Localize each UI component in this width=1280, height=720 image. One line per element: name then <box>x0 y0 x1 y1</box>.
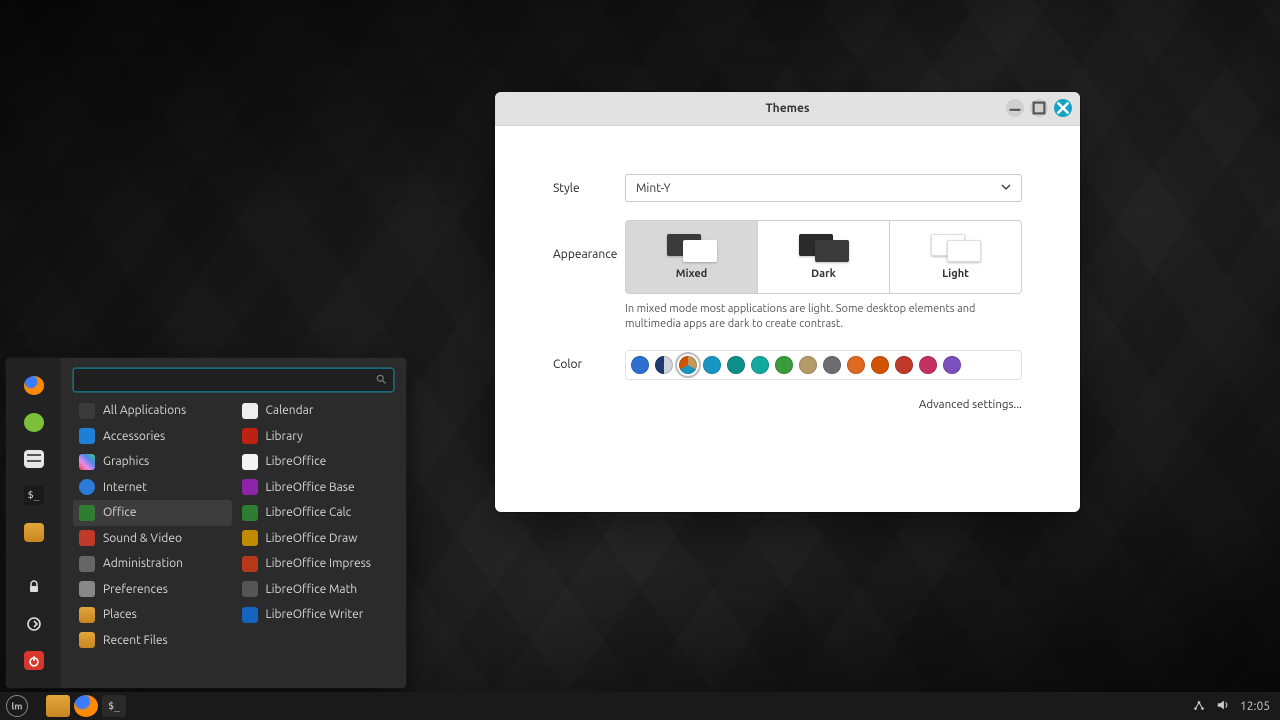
start-menu-rail: $_ <box>6 358 61 688</box>
off-icon <box>79 505 95 521</box>
appearance-thumb-mixed <box>667 234 717 262</box>
net-icon <box>79 479 95 495</box>
color-swatch-1[interactable] <box>655 356 673 374</box>
style-value: Mint-Y <box>636 182 671 195</box>
chevron-down-icon <box>1001 182 1011 195</box>
style-label: Style <box>553 182 625 195</box>
color-swatch-10[interactable] <box>871 356 889 374</box>
firefox-icon[interactable] <box>24 376 44 395</box>
color-swatch-4[interactable] <box>727 356 745 374</box>
software-manager-icon[interactable] <box>24 413 44 432</box>
category-plc[interactable]: Places <box>73 602 232 628</box>
themes-window: Themes Style Mint-Y <box>495 92 1080 512</box>
localc-icon <box>242 505 258 521</box>
color-swatch-2[interactable] <box>679 356 697 374</box>
appearance-group: Mixed Dark Light <box>625 220 1022 294</box>
color-swatch-9[interactable] <box>847 356 865 374</box>
color-label: Color <box>553 358 625 371</box>
appearance-thumb-dark <box>799 234 849 262</box>
app-cal[interactable]: Calendar <box>236 398 395 424</box>
start-menu: $_ All ApplicationsAccessoriesGraphicsIn… <box>6 358 406 688</box>
pref-icon <box>79 581 95 597</box>
start-menu-search[interactable] <box>73 368 394 392</box>
window-close-button[interactable] <box>1054 99 1072 117</box>
window-maximize-button[interactable] <box>1030 99 1048 117</box>
svg-text:lm: lm <box>11 701 22 712</box>
app-lomath[interactable]: LibreOffice Math <box>236 577 395 603</box>
search-input[interactable] <box>80 374 375 387</box>
rec-icon <box>79 632 95 648</box>
acc-icon <box>79 428 95 444</box>
plc-icon <box>79 607 95 623</box>
category-all[interactable]: All Applications <box>73 398 232 424</box>
lib-icon <box>242 428 258 444</box>
category-rec[interactable]: Recent Files <box>73 628 232 654</box>
taskbar-terminal[interactable]: $_ <box>102 695 126 717</box>
lo-icon <box>242 454 258 470</box>
appearance-thumb-light <box>931 234 981 262</box>
all-icon <box>79 403 95 419</box>
color-swatch-3[interactable] <box>703 356 721 374</box>
volume-icon[interactable] <box>1216 698 1230 715</box>
lock-icon[interactable] <box>24 578 44 597</box>
lobase-icon <box>242 479 258 495</box>
loimp-icon <box>242 556 258 572</box>
color-swatch-7[interactable] <box>799 356 817 374</box>
search-icon <box>375 373 387 388</box>
appearance-option-mixed[interactable]: Mixed <box>626 221 757 293</box>
color-swatch-row <box>625 350 1022 380</box>
appearance-option-dark[interactable]: Dark <box>757 221 889 293</box>
category-pref[interactable]: Preferences <box>73 577 232 603</box>
system-tray: 12:05 <box>1192 698 1274 715</box>
window-title: Themes <box>765 102 809 115</box>
appearance-option-light[interactable]: Light <box>889 221 1021 293</box>
category-off[interactable]: Office <box>73 500 232 526</box>
taskbar: lm $_ 12:05 <box>0 692 1280 720</box>
gfx-icon <box>79 454 95 470</box>
window-minimize-button[interactable] <box>1006 99 1024 117</box>
adm-icon <box>79 556 95 572</box>
app-lib[interactable]: Library <box>236 424 395 450</box>
category-adm[interactable]: Administration <box>73 551 232 577</box>
category-gfx[interactable]: Graphics <box>73 449 232 475</box>
color-swatch-8[interactable] <box>823 356 841 374</box>
app-lobase[interactable]: LibreOffice Base <box>236 475 395 501</box>
menu-button[interactable]: lm <box>6 695 28 717</box>
sv-icon <box>79 530 95 546</box>
color-swatch-5[interactable] <box>751 356 769 374</box>
taskbar-firefox[interactable] <box>74 695 98 717</box>
color-swatch-6[interactable] <box>775 356 793 374</box>
cal-icon <box>242 403 258 419</box>
category-acc[interactable]: Accessories <box>73 424 232 450</box>
lowriter-icon <box>242 607 258 623</box>
color-swatch-13[interactable] <box>943 356 961 374</box>
style-select[interactable]: Mint-Y <box>625 174 1022 202</box>
color-swatch-11[interactable] <box>895 356 913 374</box>
power-icon[interactable] <box>24 651 44 670</box>
category-net[interactable]: Internet <box>73 475 232 501</box>
app-lodraw[interactable]: LibreOffice Draw <box>236 526 395 552</box>
appearance-help-text: In mixed mode most applications are ligh… <box>625 302 1022 332</box>
system-settings-icon[interactable] <box>24 450 44 469</box>
start-menu-categories: All ApplicationsAccessoriesGraphicsInter… <box>73 398 232 682</box>
lomath-icon <box>242 581 258 597</box>
terminal-icon[interactable]: $_ <box>24 486 44 505</box>
panel-clock[interactable]: 12:05 <box>1240 700 1270 713</box>
app-lo[interactable]: LibreOffice <box>236 449 395 475</box>
lodraw-icon <box>242 530 258 546</box>
files-icon[interactable] <box>24 523 44 542</box>
category-sv[interactable]: Sound & Video <box>73 526 232 552</box>
window-titlebar[interactable]: Themes <box>495 92 1080 126</box>
color-swatch-12[interactable] <box>919 356 937 374</box>
app-localc[interactable]: LibreOffice Calc <box>236 500 395 526</box>
taskbar-files[interactable] <box>46 695 70 717</box>
network-icon[interactable] <box>1192 698 1206 715</box>
color-swatch-0[interactable] <box>631 356 649 374</box>
advanced-settings-link[interactable]: Advanced settings... <box>553 398 1022 411</box>
start-menu-apps: CalendarLibraryLibreOfficeLibreOffice Ba… <box>236 398 395 682</box>
logout-icon[interactable] <box>24 615 44 634</box>
app-lowriter[interactable]: LibreOffice Writer <box>236 602 395 628</box>
appearance-label: Appearance <box>553 220 625 261</box>
app-loimp[interactable]: LibreOffice Impress <box>236 551 395 577</box>
